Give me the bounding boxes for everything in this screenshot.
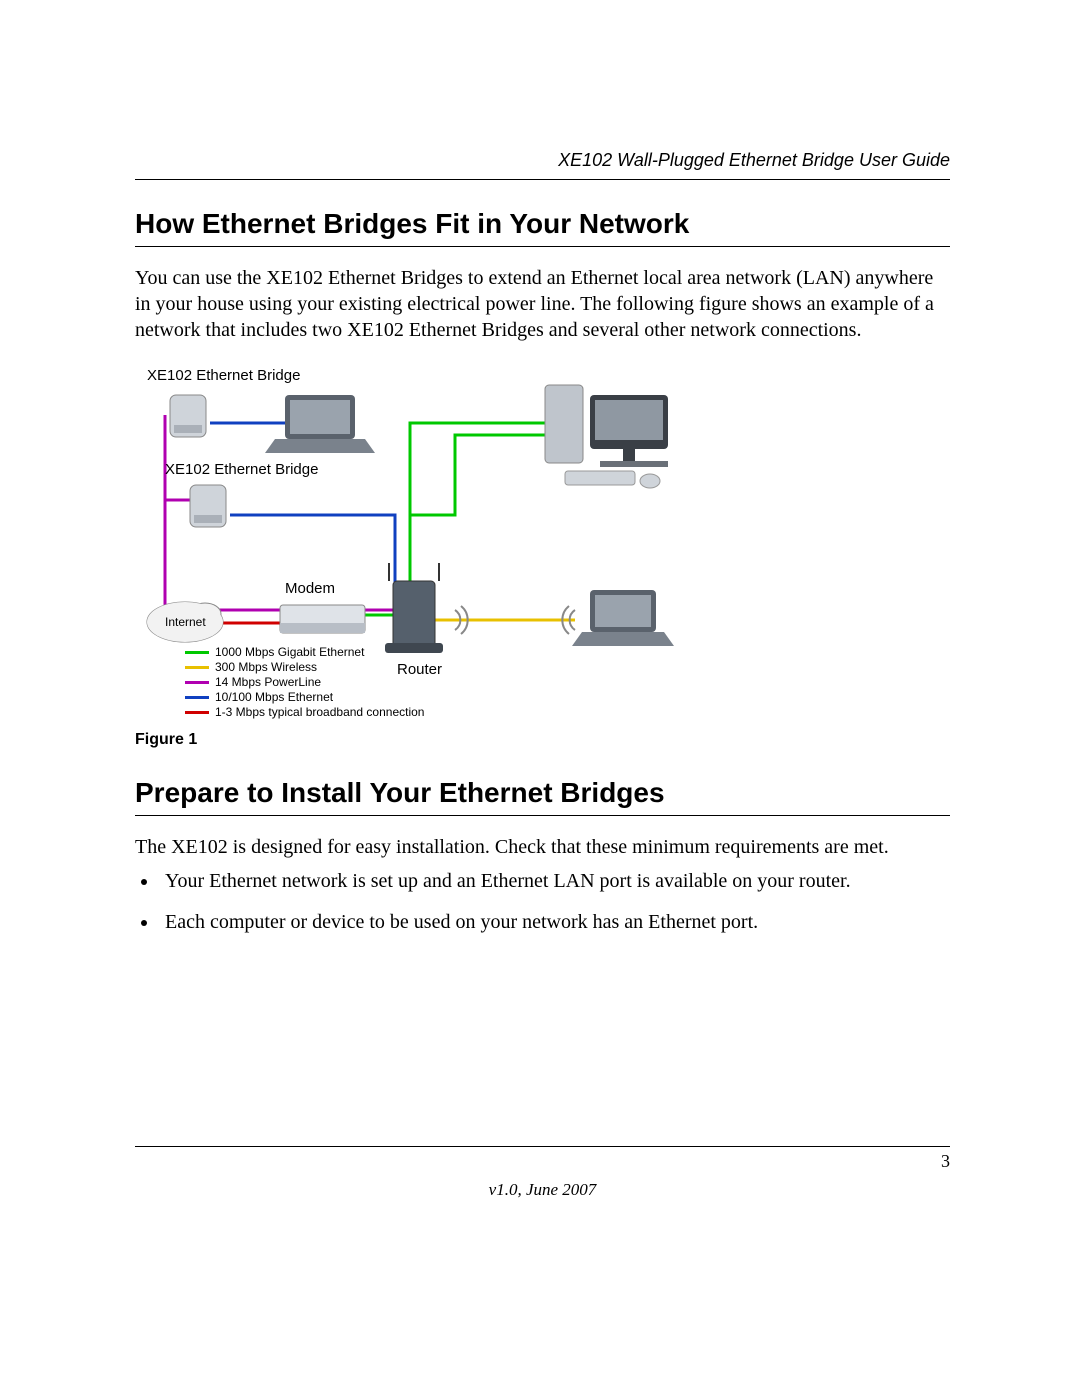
legend-row: 1-3 Mbps typical broadband connection — [185, 705, 424, 720]
legend-row: 10/100 Mbps Ethernet — [185, 690, 424, 705]
legend-swatch — [185, 651, 209, 654]
document-header: XE102 Wall-Plugged Ethernet Bridge User … — [135, 150, 950, 180]
label-modem: Modem — [285, 580, 335, 597]
section-heading-2: Prepare to Install Your Ethernet Bridges — [135, 777, 950, 816]
label-internet: Internet — [165, 615, 206, 629]
legend-swatch — [185, 711, 209, 714]
section-1-paragraph: You can use the XE102 Ethernet Bridges t… — [135, 265, 950, 343]
legend-text: 1-3 Mbps typical broadband connection — [215, 705, 424, 720]
section-2-paragraph: The XE102 is designed for easy installat… — [135, 834, 950, 860]
list-item: Your Ethernet network is set up and an E… — [159, 868, 950, 895]
page-number: 3 — [941, 1151, 950, 1172]
legend-text: 1000 Mbps Gigabit Ethernet — [215, 645, 364, 660]
legend-row: 14 Mbps PowerLine — [185, 675, 424, 690]
figure-caption: Figure 1 — [135, 731, 950, 749]
legend-swatch — [185, 666, 209, 669]
label-bridge-1: XE102 Ethernet Bridge — [147, 367, 300, 384]
footer-version: v1.0, June 2007 — [135, 1180, 950, 1200]
diagram-legend: 1000 Mbps Gigabit Ethernet 300 Mbps Wire… — [185, 645, 424, 720]
label-bridge-2: XE102 Ethernet Bridge — [165, 461, 318, 478]
legend-text: 14 Mbps PowerLine — [215, 675, 321, 690]
network-diagram: XE102 Ethernet Bridge XE102 Ethernet Bri… — [135, 365, 955, 725]
legend-row: 300 Mbps Wireless — [185, 660, 424, 675]
legend-row: 1000 Mbps Gigabit Ethernet — [185, 645, 424, 660]
list-item: Each computer or device to be used on yo… — [159, 909, 950, 936]
section-heading-1: How Ethernet Bridges Fit in Your Network — [135, 208, 950, 247]
requirements-list: Your Ethernet network is set up and an E… — [135, 868, 950, 936]
legend-swatch — [185, 681, 209, 684]
legend-swatch — [185, 696, 209, 699]
legend-text: 10/100 Mbps Ethernet — [215, 690, 333, 705]
legend-text: 300 Mbps Wireless — [215, 660, 317, 675]
